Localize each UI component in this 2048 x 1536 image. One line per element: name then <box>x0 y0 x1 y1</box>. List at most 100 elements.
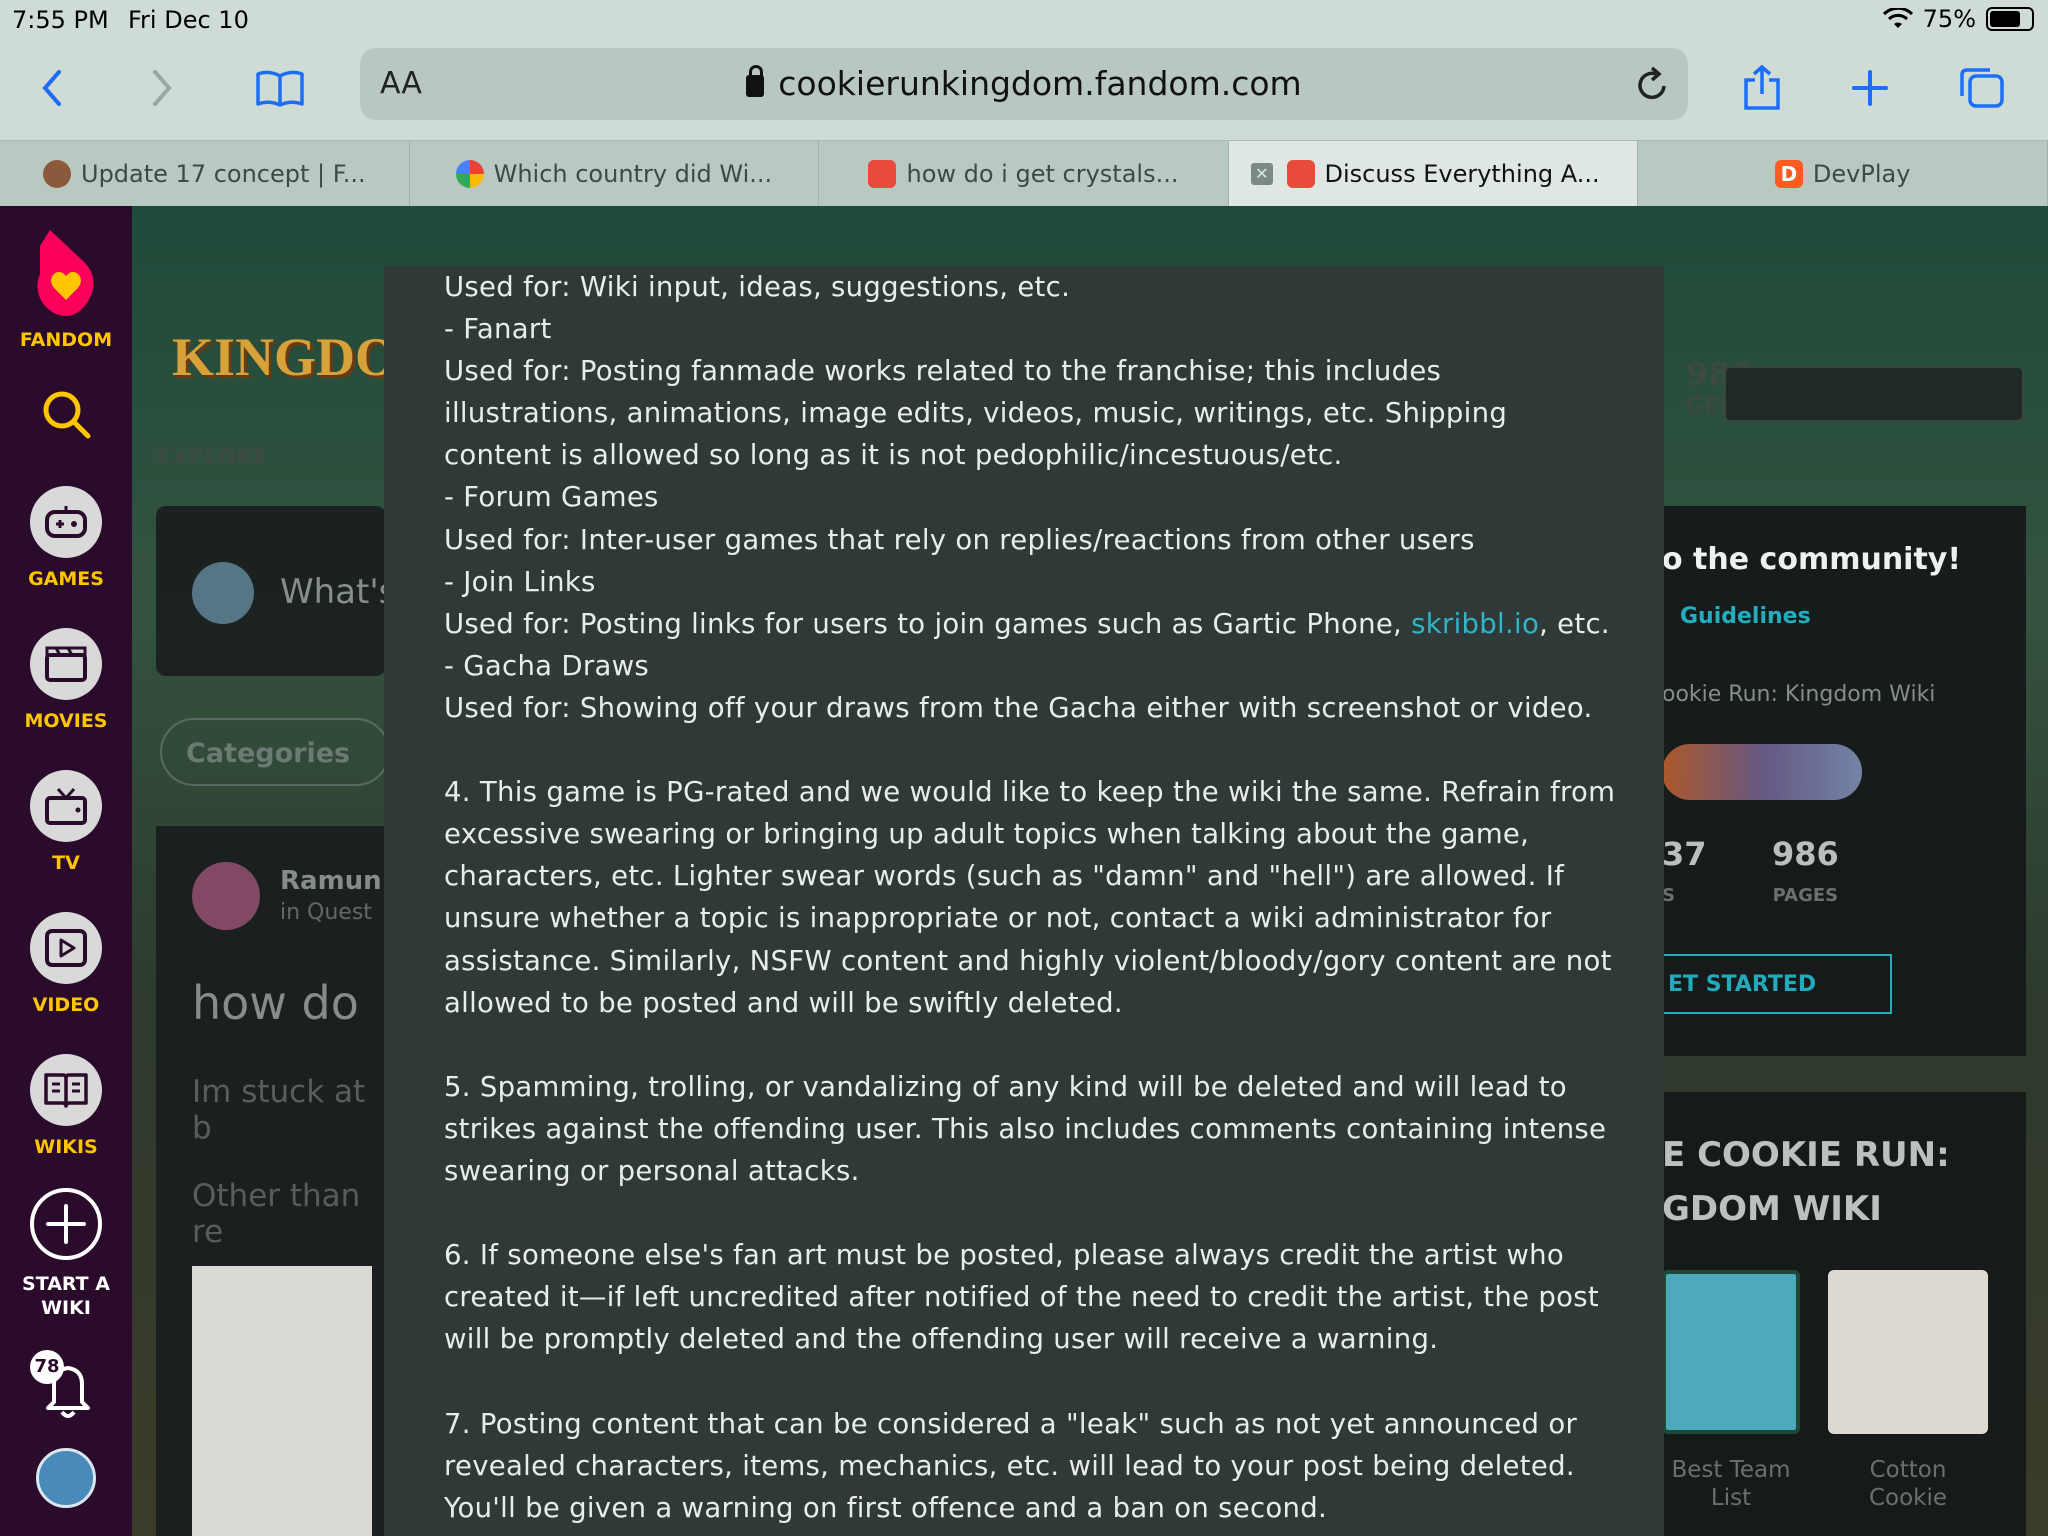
tab-bar: Update 17 concept | F... Which country d… <box>0 140 2048 207</box>
wiki-panel: E COOKIE RUN: GDOM WIKI Best Team List Cot… <box>1662 1092 2026 1536</box>
status-right: 75% <box>1882 5 2034 33</box>
guidelines-modal: Used for: Wiki input, ideas, suggestions… <box>384 266 1664 1536</box>
address-bar[interactable]: AA cookierunkingdom.fandom.com <box>360 48 1688 120</box>
tab-devplay[interactable]: D DevPlay <box>1638 141 2048 207</box>
close-tab-icon[interactable]: ✕ <box>1250 163 1273 185</box>
wiki-tools[interactable] <box>1724 366 2024 422</box>
fandom-label: FANDOM <box>19 329 113 351</box>
avatar <box>36 1448 96 1508</box>
fandom-logo-icon <box>37 230 94 316</box>
post-body-line: Im stuck at b <box>192 1074 366 1146</box>
post-title[interactable]: how do <box>192 976 359 1030</box>
rule-line: characters, etc. Lighter swear words (su… <box>444 860 1565 893</box>
status-time: 7:55 PM <box>12 6 109 34</box>
rule-line: created it—if left uncredited after noti… <box>444 1281 1599 1314</box>
guidelines-text: Used for: Wiki input, ideas, suggestions… <box>444 266 1624 1529</box>
community-panel: o the community! Guidelines ookie Run: K… <box>1662 506 2026 1056</box>
back-button[interactable] <box>22 58 82 118</box>
wifi-icon <box>1882 8 1913 28</box>
sidebar-item-wikis[interactable]: WIKIS <box>0 1054 132 1158</box>
clapperboard-icon <box>30 628 102 700</box>
share-button[interactable] <box>1732 58 1792 118</box>
rule-line: illustrations, animations, image edits, … <box>444 397 1508 430</box>
forward-button[interactable] <box>132 58 192 118</box>
rule-line: Used for: Wiki input, ideas, suggestions… <box>444 271 1071 303</box>
card-label[interactable]: Cotton Cookie <box>1828 1456 1988 1512</box>
wiki-name: ookie Run: Kingdom Wiki <box>1662 682 1936 707</box>
rule-line: - Join Links <box>444 565 596 598</box>
explore-menu[interactable]: EXPLORE <box>156 446 268 471</box>
rule-line: unsure whether a topic is inappropriate … <box>444 902 1552 935</box>
controller-icon <box>30 486 102 558</box>
stat-members: 37 S <box>1662 835 1707 906</box>
user-avatar[interactable] <box>0 1448 132 1508</box>
tab-discuss[interactable]: ✕ Discuss Everything A... <box>1228 141 1639 207</box>
sidebar-item-movies[interactable]: MOVIES <box>0 628 132 732</box>
rule-line: Used for: Showing off your draws from th… <box>444 691 1593 724</box>
browser-toolbar: AA cookierunkingdom.fandom.com <box>0 40 2048 140</box>
battery-icon <box>1986 7 2034 31</box>
get-started-button[interactable]: ET STARTED <box>1662 954 1892 1014</box>
google-icon <box>455 160 484 188</box>
reload-icon[interactable] <box>1634 64 1670 104</box>
chevron-left-icon <box>42 70 61 106</box>
avatar <box>192 862 260 930</box>
sidebar-label: TV <box>52 852 80 874</box>
tab-google[interactable]: Which country did Wi... <box>410 141 820 207</box>
sidebar-item-games[interactable]: GAMES <box>0 486 132 590</box>
rule-line: You'll be given a warning on first offen… <box>444 1491 1328 1524</box>
start-a-wiki-button[interactable]: START A WIKI <box>0 1186 132 1320</box>
book-icon <box>30 1054 102 1126</box>
tabs-icon <box>1960 68 2004 108</box>
plus-circle-icon <box>30 1188 102 1260</box>
post-card[interactable]: Ramun in Quest how do Im stuck at b Othe… <box>156 826 386 1536</box>
sidebar-item-tv[interactable]: TV <box>0 770 132 874</box>
search-icon <box>43 391 91 439</box>
rule-line: Used for: Posting fanmade works related … <box>444 355 1442 388</box>
post-composer[interactable]: What's <box>156 506 396 676</box>
sidebar-item-video[interactable]: VIDEO <box>0 912 132 1016</box>
status-date: Fri Dec 10 <box>128 6 249 34</box>
categories-button[interactable]: Categories <box>160 718 390 786</box>
community-title: o the community! <box>1662 542 1962 577</box>
fandom-sidebar: FANDOM GAMES MOVIES TV VIDEO WIKIS START… <box>0 206 132 1536</box>
lock-icon <box>746 65 765 97</box>
rule-line: allowed to be posted and will be swiftly… <box>444 986 1123 1019</box>
card-label[interactable]: Best Team List <box>1662 1456 1800 1512</box>
fandom-home[interactable]: FANDOM <box>0 224 132 351</box>
wiki-heading: E COOKIE RUN: GDOM WIKI <box>1662 1135 1950 1229</box>
notifications-button[interactable]: 78 <box>0 1350 132 1425</box>
url-display[interactable]: cookierunkingdom.fandom.com <box>360 64 1688 103</box>
rule-line: 7. Posting content that can be considere… <box>444 1407 1578 1440</box>
tab-crystals[interactable]: how do i get crystals... <box>819 141 1229 207</box>
rule-line: will be promptly deleted and the offendi… <box>444 1323 1439 1356</box>
card-image[interactable] <box>1828 1270 1988 1434</box>
tab-title: DevPlay <box>1812 160 1911 188</box>
rule-line: - Gacha Draws <box>444 649 650 682</box>
bookmarks-button[interactable] <box>250 58 310 118</box>
rule-line: - Forum Games <box>444 481 659 514</box>
post-author[interactable]: Ramun <box>280 866 382 896</box>
tab-update-17[interactable]: Update 17 concept | F... <box>0 141 410 207</box>
tv-icon <box>30 770 102 842</box>
post-category: in Quest <box>280 900 372 925</box>
post-body-line: Other than re <box>192 1178 361 1250</box>
rule-line: excessive swearing or bringing up adult … <box>444 818 1530 851</box>
sidebar-label: MOVIES <box>24 710 108 732</box>
card-image[interactable] <box>1662 1270 1800 1434</box>
cookie-icon <box>43 160 71 188</box>
stat-pages: 986 PAGES <box>1772 835 1839 906</box>
member-avatars <box>1662 744 1862 800</box>
tabs-overview-button[interactable] <box>1952 58 2012 118</box>
new-tab-button[interactable] <box>1840 58 1900 118</box>
search-button[interactable] <box>0 388 132 445</box>
chevron-right-icon <box>153 70 172 106</box>
url-text: cookierunkingdom.fandom.com <box>778 64 1302 103</box>
sidebar-label: WIKIS <box>34 1136 98 1158</box>
tab-title: Discuss Everything A... <box>1324 160 1600 188</box>
guidelines-link[interactable]: Guidelines <box>1680 604 1811 629</box>
status-bar: 7:55 PM Fri Dec 10 75% <box>0 0 2048 40</box>
rule-line: 4. This game is PG-rated and we would li… <box>444 776 1616 809</box>
skribbl-link[interactable]: skribbl.io <box>1411 608 1539 640</box>
rule-line: assistance. Similarly, NSFW content and … <box>444 944 1612 977</box>
